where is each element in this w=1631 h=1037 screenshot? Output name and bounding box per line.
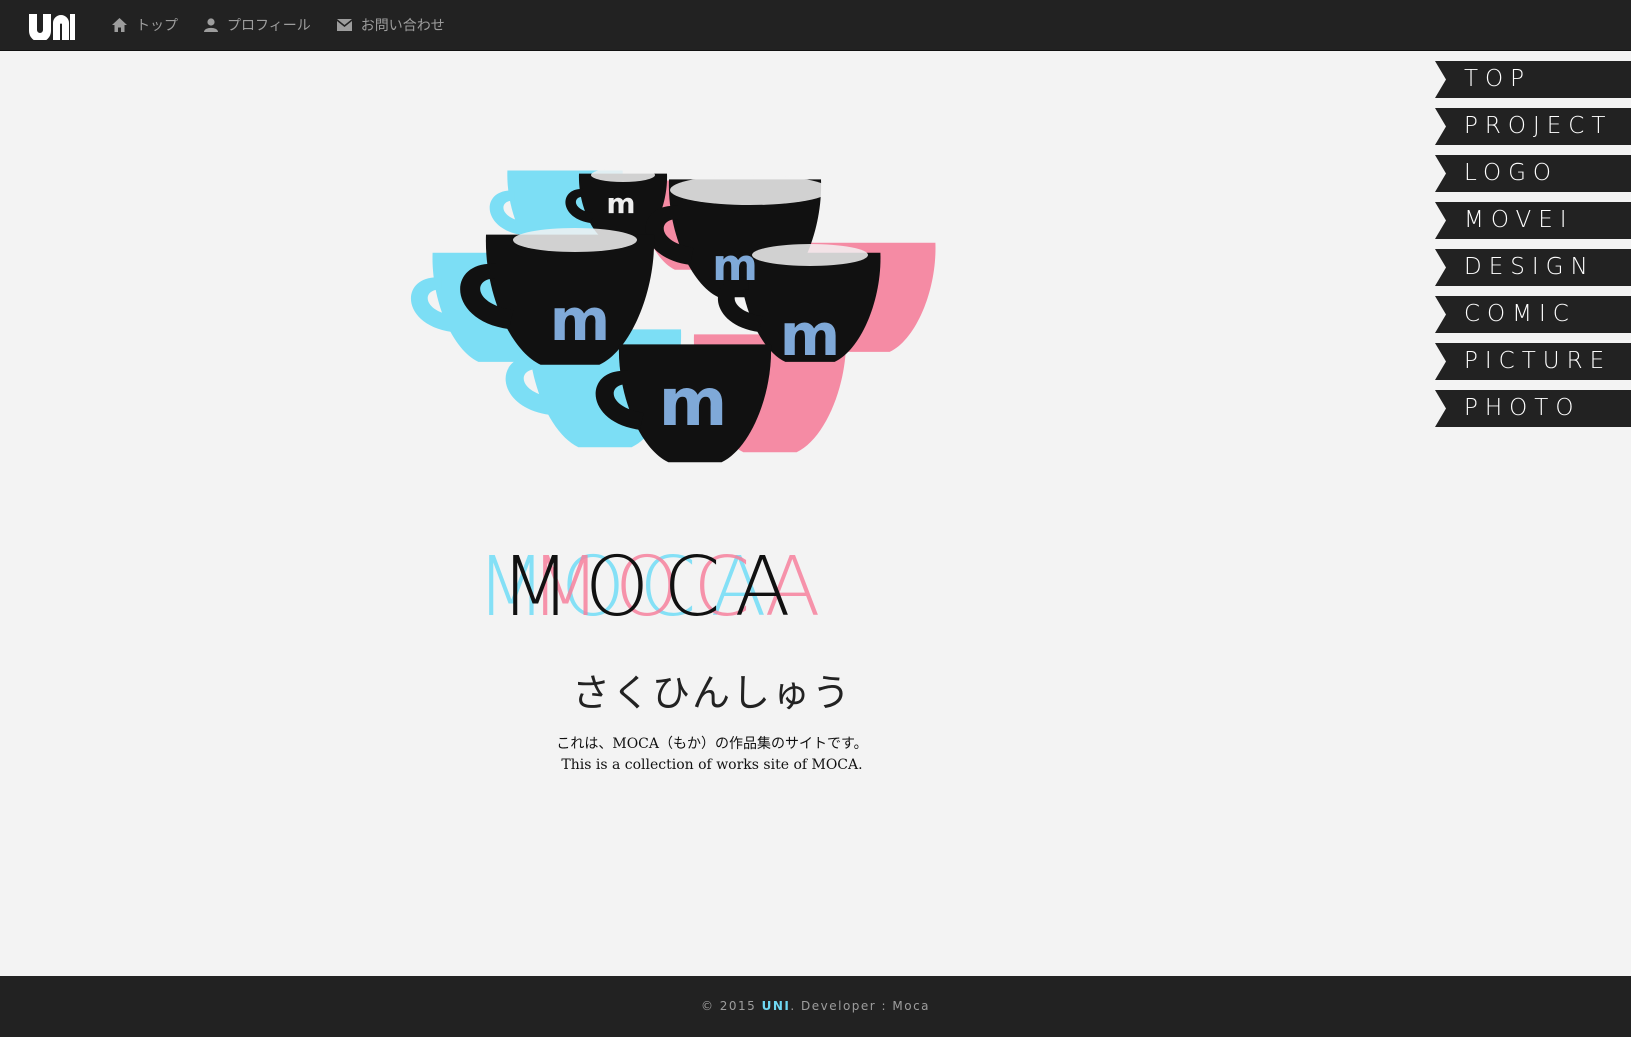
side-item-design[interactable]: DESIGN xyxy=(1435,249,1631,286)
side-item-logo[interactable]: LOGO xyxy=(1435,155,1631,192)
moca-cups-logo: m m m m m xyxy=(410,168,936,463)
side-item-top[interactable]: TOP xyxy=(1435,61,1631,98)
nav-item-profile[interactable]: プロフィール xyxy=(204,15,311,35)
footer: © 2015 UNI. Developer : Moca xyxy=(0,976,1631,1037)
side-item-project[interactable]: PROJECT xyxy=(1435,108,1631,145)
main-nav: トップ プロフィール お問い合わせ xyxy=(112,0,471,50)
user-icon xyxy=(204,18,218,32)
footer-brand-link[interactable]: UNI xyxy=(762,999,791,1013)
side-item-label: COMIC xyxy=(1464,301,1576,327)
mail-icon xyxy=(336,19,352,31)
side-item-comic[interactable]: COMIC xyxy=(1435,296,1631,333)
top-navbar: トップ プロフィール お問い合わせ xyxy=(0,0,1631,51)
home-icon xyxy=(112,18,127,32)
uni-logo[interactable] xyxy=(27,10,75,40)
nav-label-top: トップ xyxy=(136,18,178,34)
nav-item-contact[interactable]: お問い合わせ xyxy=(336,15,445,35)
hero-subtitle: さくひんしゅう xyxy=(571,671,852,715)
side-item-label: MOVEI xyxy=(1464,207,1574,233)
side-item-label: DESIGN xyxy=(1464,254,1595,280)
moca-wordmark: MOCA MOCA MOCA xyxy=(470,540,950,635)
nav-label-contact: お問い合わせ xyxy=(360,18,445,34)
cup-letter: m xyxy=(606,187,635,220)
cup-letter: m xyxy=(712,240,758,291)
side-item-label: PICTURE xyxy=(1464,348,1612,374)
footer-copyright: © 2015 xyxy=(700,999,762,1013)
description-japanese: これは、MOCA（もか）の作品集のサイトです。 xyxy=(556,736,868,752)
side-item-picture[interactable]: PICTURE xyxy=(1435,343,1631,380)
nav-label-profile: プロフィール xyxy=(227,18,311,34)
side-menu: TOP PROJECT LOGO MOVEI DESIGN COMIC PICT… xyxy=(1435,61,1631,437)
description-english: This is a collection of works site of MO… xyxy=(561,757,863,773)
side-item-label: PHOTO xyxy=(1464,395,1581,421)
side-item-label: LOGO xyxy=(1464,160,1559,186)
wordmark-black: MOCA xyxy=(500,540,805,635)
cup-letter: m xyxy=(659,364,728,441)
nav-item-top[interactable]: トップ xyxy=(112,15,178,35)
cup-letter: m xyxy=(780,301,840,369)
footer-developer: . Developer : Moca xyxy=(790,999,931,1013)
side-item-label: PROJECT xyxy=(1464,113,1613,139)
side-item-label: TOP xyxy=(1464,66,1532,92)
side-item-photo[interactable]: PHOTO xyxy=(1435,390,1631,427)
side-item-movei[interactable]: MOVEI xyxy=(1435,202,1631,239)
cup-letter: m xyxy=(550,286,610,354)
